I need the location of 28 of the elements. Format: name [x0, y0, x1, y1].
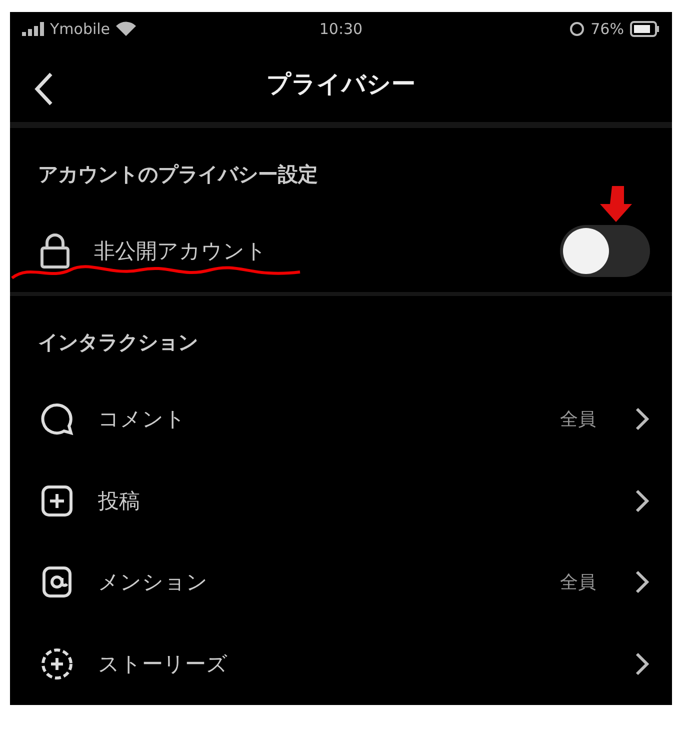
arrow-down-icon — [598, 184, 634, 224]
back-icon[interactable] — [34, 72, 54, 106]
battery-percent: 76% — [590, 20, 624, 38]
chevron-right-icon — [634, 569, 650, 596]
setting-value: 全員 — [560, 408, 596, 432]
clock-time: 10:30 — [319, 20, 363, 38]
lock-icon — [40, 233, 70, 270]
story-add-icon — [40, 647, 74, 682]
signal-icon — [22, 22, 44, 36]
alarm-icon — [568, 21, 585, 38]
speech-bubble-icon — [40, 402, 74, 436]
carrier-name: Ymobile — [50, 20, 110, 38]
chevron-right-icon — [634, 488, 650, 514]
at-sign-icon — [40, 565, 74, 600]
battery-icon — [630, 21, 660, 38]
wifi-icon — [116, 21, 136, 38]
setting-label[interactable]: 投稿 — [98, 486, 610, 515]
section-title: インタラクション — [37, 328, 199, 356]
plus-square-icon — [40, 484, 74, 518]
setting-label: 非公開アカウント — [94, 238, 268, 266]
chevron-right-icon — [634, 651, 650, 678]
setting-label[interactable]: ストーリーズ — [98, 650, 610, 678]
setting-label[interactable]: コメント — [98, 405, 536, 434]
setting-value: 全員 — [560, 571, 596, 594]
section-title: アカウントのプライバシー設定 — [37, 160, 319, 188]
page-title: プライバシー — [266, 69, 416, 100]
setting-label[interactable]: メンション — [98, 568, 536, 596]
chevron-right-icon — [634, 406, 650, 432]
